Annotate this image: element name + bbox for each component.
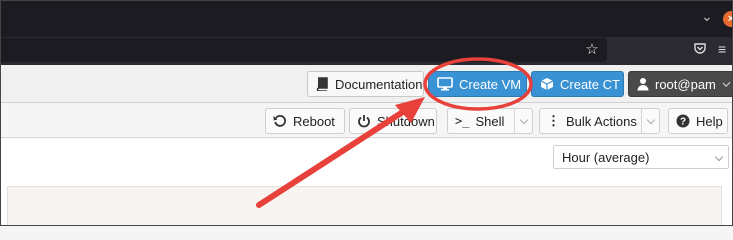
vertical-ellipsis-icon: ⋮ [547,113,560,128]
create-vm-label: Create VM [459,76,522,92]
create-vm-button[interactable]: Create VM [428,71,527,97]
timeframe-select[interactable]: Hour (average) [553,145,729,169]
bulk-actions-dropdown-toggle[interactable] [641,109,659,133]
create-ct-button[interactable]: Create CT [531,71,624,97]
content-area: Hour (average) [1,139,732,225]
shell-dropdown-toggle[interactable] [514,109,532,133]
node-toolbar: Reboot Shutdown >_ Shell ⋮ Bulk Actions … [1,104,732,138]
user-label: root@pam [655,76,716,92]
shell-label: Shell [475,113,505,129]
address-bar[interactable]: ☆ [1,38,607,62]
browser-toolbar: ☆ [1,37,732,65]
book-icon [316,77,329,91]
reboot-icon [273,114,287,128]
reboot-button[interactable]: Reboot [265,108,345,134]
cube-icon [540,77,554,91]
user-menu-button[interactable]: root@pam [628,71,732,97]
power-icon [357,114,371,128]
chevron-down-icon [722,78,731,87]
app-header: Documentation Create VM Create CT root@p… [1,65,732,103]
browser-tab-strip: ⌄ × [1,1,732,37]
chevron-down-icon [714,152,724,162]
screenshot-frame: ⌄ × ☆ ≡ Documentation Create VM Cr [0,0,733,226]
hamburger-menu-icon[interactable]: ≡ [718,41,726,57]
list-all-tabs-icon[interactable]: ⌄ [701,8,713,25]
pocket-icon[interactable] [693,42,707,56]
window-close-icon[interactable]: × [723,11,732,27]
bookmark-star-icon[interactable]: ☆ [583,41,601,59]
chevron-down-icon [646,115,655,124]
help-label: Help [696,113,723,129]
summary-panel [7,186,722,225]
question-circle-icon: ? [676,114,690,128]
shutdown-button[interactable]: Shutdown [349,108,437,134]
create-ct-label: Create CT [560,76,620,92]
terminal-icon: >_ [455,114,470,128]
shutdown-label: Shutdown [377,113,435,129]
svg-text:?: ? [680,117,686,128]
reboot-label: Reboot [293,113,335,129]
shell-button[interactable]: >_ Shell [447,108,533,134]
chevron-down-icon [519,115,528,124]
monitor-icon [437,77,453,91]
help-button[interactable]: ? Help [668,108,728,134]
bulk-actions-label: Bulk Actions [566,113,637,129]
bulk-actions-button[interactable]: ⋮ Bulk Actions [539,108,660,134]
user-icon [637,77,649,91]
timeframe-selected-value: Hour (average) [562,149,650,165]
documentation-button[interactable]: Documentation [307,71,424,97]
documentation-label: Documentation [335,76,423,92]
